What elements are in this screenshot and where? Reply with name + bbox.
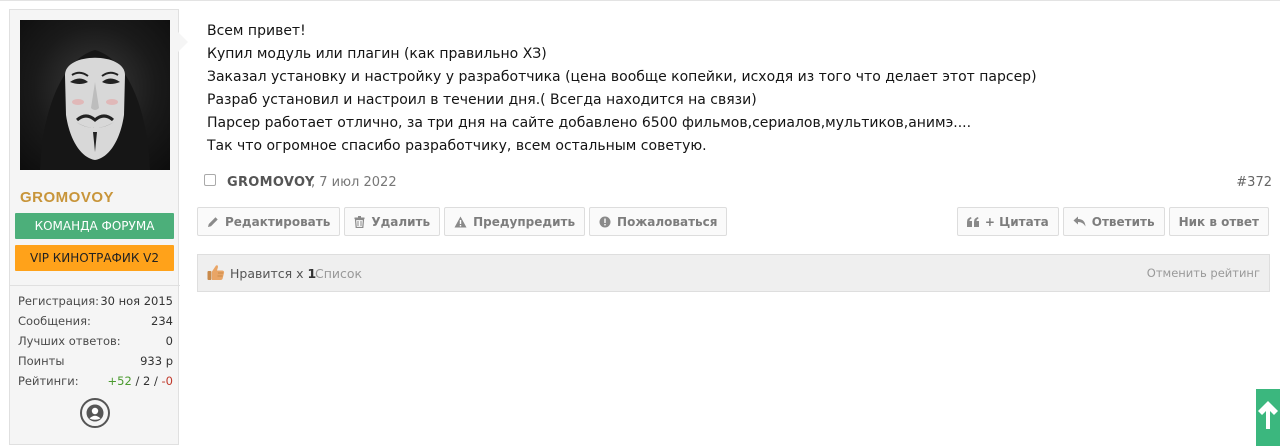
stat-value: 30 ноя 2015 — [100, 294, 173, 308]
pencil-icon — [208, 216, 218, 227]
quote-icon — [966, 216, 979, 227]
ratings-negative: -0 — [161, 374, 173, 388]
likes-count-text: Нравится x 1 — [230, 266, 316, 281]
nick-reply-label: Ник в ответ — [1178, 214, 1259, 229]
warn-button[interactable]: Предупредить — [444, 207, 586, 236]
reply-arrow-icon — [1073, 216, 1086, 227]
forum-post: GROMOVOY КОМАНДА ФОРУМА VIP КИНОТРАФИК V… — [0, 0, 1280, 446]
delete-label: Удалить — [371, 214, 431, 229]
stat-messages: Сообщения: 234 — [10, 311, 180, 331]
stat-value: 0 — [165, 334, 173, 348]
trash-icon — [354, 215, 365, 228]
reply-button[interactable]: Ответить — [1062, 207, 1165, 236]
post-actions-right: + Цитата Ответить Ник в ответ — [956, 207, 1269, 236]
likes-list-link[interactable]: Список — [315, 266, 362, 281]
warn-label: Предупредить — [473, 214, 576, 229]
guy-fawkes-mask-icon — [40, 50, 150, 170]
scroll-top-button[interactable] — [1256, 389, 1280, 446]
likes-label: Нравится x — [230, 266, 304, 281]
post-author[interactable]: GROMOVOY — [227, 175, 315, 190]
cancel-rating-link[interactable]: Отменить рейтинг — [1147, 266, 1260, 280]
stat-ratings: Рейтинги: +52 / 2 / -0 — [10, 371, 180, 391]
nick-reply-button[interactable]: Ник в ответ — [1168, 207, 1269, 236]
badge-vip: VIP КИНОТРАФИК V2 — [15, 245, 174, 271]
report-button[interactable]: Пожаловаться — [589, 207, 728, 236]
select-post-checkbox[interactable] — [204, 174, 216, 186]
likes-bar: Нравится x 1 Список Отменить рейтинг — [197, 254, 1270, 292]
stat-best-answers: Лучших ответов: 0 — [10, 331, 180, 351]
stat-label: Рейтинги: — [18, 374, 79, 388]
profile-button[interactable] — [80, 398, 110, 428]
warning-triangle-icon — [454, 216, 467, 227]
ratings-values[interactable]: +52 / 2 / -0 — [108, 371, 173, 391]
ratings-positive: +52 — [107, 374, 132, 388]
message-line: Так что огромное спасибо разработчику, в… — [207, 138, 707, 154]
username[interactable]: GROMOVOY — [20, 189, 114, 206]
stat-registration: Регистрация: 30 ноя 2015 — [10, 291, 180, 311]
stat-points: Поинты 933 р — [10, 351, 180, 371]
post-actions-left: Редактировать Удалить Предупредить Пожал… — [197, 207, 728, 236]
post-date[interactable]: , 7 июл 2022 — [311, 175, 397, 190]
stat-label: Лучших ответов: — [18, 334, 121, 348]
reply-label: Ответить — [1091, 214, 1155, 229]
quote-label: + Цитата — [984, 214, 1049, 229]
user-stats: Регистрация: 30 ноя 2015 Сообщения: 234 … — [10, 285, 180, 391]
report-label: Пожаловаться — [617, 214, 718, 229]
message-line: Всем привет! — [207, 23, 306, 39]
edit-button[interactable]: Редактировать — [197, 207, 341, 236]
quote-button[interactable]: + Цитата — [956, 207, 1059, 236]
avatar[interactable] — [20, 20, 170, 170]
ratings-separator: / — [131, 374, 144, 388]
edit-label: Редактировать — [225, 214, 331, 229]
post-permalink[interactable]: #372 — [1236, 175, 1272, 190]
message-line: Парсер работает отлично, за три дня на с… — [207, 115, 972, 131]
thumbs-up-icon — [207, 265, 225, 280]
message-line: Разраб установил и настроил в течении дн… — [207, 92, 757, 108]
stat-value[interactable]: 234 — [151, 311, 173, 331]
stat-value: 933 р — [140, 354, 173, 368]
stat-label: Сообщения: — [18, 314, 91, 328]
message-line: Заказал установку и настройку у разработ… — [207, 69, 1037, 85]
stat-label: Регистрация: — [18, 294, 99, 308]
user-card: GROMOVOY КОМАНДА ФОРУМА VIP КИНОТРАФИК V… — [9, 9, 188, 445]
stat-label: Поинты — [18, 354, 65, 368]
exclamation-circle-icon — [599, 216, 611, 227]
message-line: Купил модуль или плагин (как правильно Х… — [207, 46, 547, 62]
badge-team: КОМАНДА ФОРУМА — [15, 213, 174, 239]
user-circle-icon — [86, 404, 104, 422]
post-meta: GROMOVOY , 7 июл 2022 #372 — [204, 173, 1272, 193]
arrow-up-icon — [1258, 401, 1278, 429]
delete-button[interactable]: Удалить — [344, 207, 441, 236]
message-body: Всем привет! Купил модуль или плагин (ка… — [207, 20, 1267, 158]
ratings-separator: / — [150, 374, 162, 388]
